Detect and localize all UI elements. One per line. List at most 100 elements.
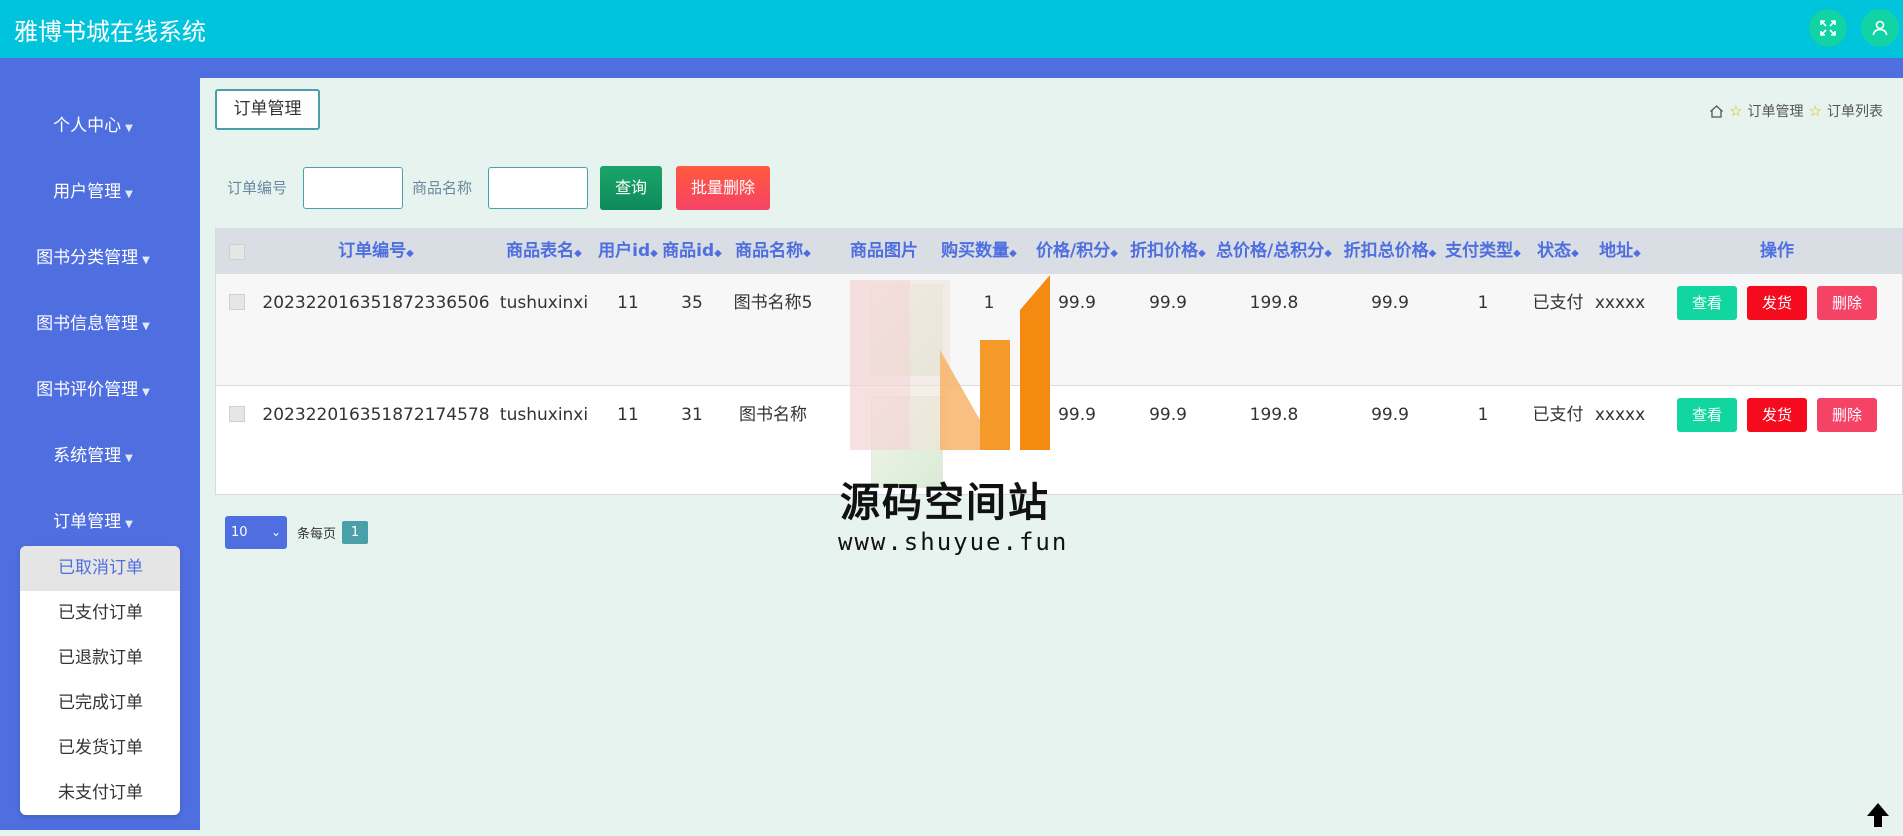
breadcrumb-item: 订单列表 [1827, 104, 1883, 120]
chevron-down-icon: ▼ [125, 519, 133, 530]
product-image [871, 284, 943, 376]
watermark-url: www.shuyue.fun [838, 528, 1069, 556]
scroll-top-button[interactable] [1858, 800, 1898, 830]
cell-order-no: 202322016351872174578 [262, 405, 490, 425]
top-header: 雅博书城在线系统 [0, 0, 1903, 58]
view-button[interactable]: 查看 [1677, 286, 1737, 320]
star-icon: ☆ [1808, 102, 1822, 120]
sort-icon: ◆ [1198, 248, 1206, 259]
sidebar-item-label: 图书信息管理 [36, 314, 139, 334]
cell-product-id: 35 [681, 293, 703, 313]
cell-table-name: tushuxinxi [499, 293, 589, 313]
sort-icon: ◆ [650, 248, 658, 259]
cell-total: 199.8 [1249, 405, 1299, 425]
watermark-text: 源码空间站 [840, 480, 1050, 526]
col-header-status[interactable]: 状态◆ [1537, 229, 1579, 274]
ship-button[interactable]: 发货 [1747, 398, 1807, 432]
table-row: 20232201635187233650​6 tushuxinxi 11 35 … [216, 274, 1902, 386]
cell-discount-total: 99.9 [1371, 293, 1409, 313]
row-checkbox[interactable] [229, 294, 245, 310]
product-name-input[interactable] [488, 167, 588, 209]
table-header: 订单编号◆ 商品表名◆ 用户id◆ 商品id◆ 商品名称◆ 商品图片 购买数量◆… [216, 229, 1902, 274]
page-size-select[interactable]: 10 ⌄ [225, 516, 287, 549]
user-button[interactable] [1861, 9, 1899, 47]
sidebar-item-orders[interactable]: 订单管理 ▼ [0, 502, 186, 542]
cell-price: 99.9 [1058, 293, 1096, 313]
page-title: 订单管理 [215, 89, 320, 130]
cell-product-name: 图书名称5 [733, 293, 813, 313]
cell-order-no: 20232201635187233650​6 [262, 293, 490, 313]
sort-icon: ◆ [1571, 248, 1579, 259]
submenu-item-completed[interactable]: 已完成订单 [20, 681, 180, 726]
col-header-qty[interactable]: 购买数量◆ [941, 229, 1017, 274]
chevron-down-icon: ▼ [125, 453, 133, 464]
sort-icon: ◆ [1009, 248, 1017, 259]
arrow-up-icon [1867, 803, 1889, 827]
sort-icon: ◆ [406, 248, 414, 259]
sort-icon: ◆ [574, 248, 582, 259]
query-button[interactable]: 查询 [600, 166, 662, 210]
batch-delete-button[interactable]: 批量删除 [676, 166, 770, 210]
fullscreen-button[interactable] [1809, 9, 1847, 47]
orders-table: 订单编号◆ 商品表名◆ 用户id◆ 商品id◆ 商品名称◆ 商品图片 购买数量◆… [215, 228, 1903, 495]
app-title: 雅博书城在线系统 [14, 17, 206, 46]
col-header-address[interactable]: 地址◆ [1599, 229, 1641, 274]
cell-discount-total: 99.9 [1371, 405, 1409, 425]
submenu-item-paid[interactable]: 已支付订单 [20, 591, 180, 636]
cell-user-id: 11 [617, 293, 639, 313]
select-all-checkbox[interactable] [229, 244, 245, 260]
user-icon [1872, 20, 1888, 36]
sidebar-item-label: 图书评价管理 [36, 380, 139, 400]
col-header-discount-total[interactable]: 折扣总价格◆ [1344, 229, 1437, 274]
col-header-product-name[interactable]: 商品名称◆ [735, 229, 811, 274]
col-header-product-id[interactable]: 商品id◆ [662, 229, 722, 274]
cell-price: 99.9 [1058, 405, 1096, 425]
home-icon[interactable] [1709, 104, 1724, 119]
ship-button[interactable]: 发货 [1747, 286, 1807, 320]
sidebar-item-book-category[interactable]: 图书分类管理 ▼ [0, 238, 186, 278]
chevron-down-icon: ⌄ [270, 525, 281, 539]
col-header-total[interactable]: 总价格/总积分◆ [1216, 229, 1332, 274]
sidebar-item-user-management[interactable]: 用户管理 ▼ [0, 172, 186, 212]
sidebar-item-system[interactable]: 系统管理 ▼ [0, 436, 186, 476]
sidebar-item-book-info[interactable]: 图书信息管理 ▼ [0, 304, 186, 344]
col-header-pay-type[interactable]: 支付类型◆ [1445, 229, 1521, 274]
header-subbar [0, 58, 1903, 78]
cell-address: xxxxx [1594, 405, 1646, 425]
col-header-order-no[interactable]: 订单编号◆ [338, 229, 414, 274]
view-button[interactable]: 查看 [1677, 398, 1737, 432]
sidebar-item-label: 用户管理 [53, 182, 122, 202]
chevron-down-icon: ▼ [125, 189, 133, 200]
page-size-value: 10 [231, 525, 248, 540]
cell-product-name: 图书名称 [739, 405, 807, 425]
sort-icon: ◆ [1428, 248, 1437, 259]
delete-button[interactable]: 删除 [1817, 398, 1877, 432]
sidebar-item-personal-center[interactable]: 个人中心 ▼ [0, 106, 186, 146]
row-checkbox[interactable] [229, 406, 245, 422]
col-header-discount-price[interactable]: 折扣价格◆ [1130, 229, 1206, 274]
order-no-input[interactable] [303, 167, 403, 209]
fullscreen-icon [1820, 20, 1836, 36]
chevron-down-icon: ▼ [142, 321, 150, 332]
submenu-item-refunded[interactable]: 已退款订单 [20, 636, 180, 681]
sidebar-item-book-review[interactable]: 图书评价管理 ▼ [0, 370, 186, 410]
submenu-item-cancelled[interactable]: 已取消订单 [20, 546, 180, 591]
orders-submenu: 已取消订单 已支付订单 已退款订单 已完成订单 已发货订单 未支付订单 [20, 546, 180, 815]
submenu-item-unpaid[interactable]: 未支付订单 [20, 771, 180, 816]
sidebar-item-label: 订单管理 [53, 512, 122, 532]
chevron-down-icon: ▼ [142, 387, 150, 398]
delete-button[interactable]: 删除 [1817, 286, 1877, 320]
col-header-price[interactable]: 价格/积分◆ [1036, 229, 1118, 274]
col-header-table-name[interactable]: 商品表名◆ [506, 229, 582, 274]
pagination: 10 ⌄ 条每页 1 [225, 516, 369, 549]
chevron-down-icon: ▼ [125, 123, 133, 134]
page-number-button[interactable]: 1 [342, 521, 369, 544]
cell-pay-type: 1 [1477, 293, 1489, 313]
chevron-down-icon: ▼ [142, 255, 150, 266]
cell-total: 199.8 [1249, 293, 1299, 313]
breadcrumb-item[interactable]: 订单管理 [1748, 101, 1804, 121]
col-header-user-id[interactable]: 用户id◆ [598, 229, 658, 274]
breadcrumb: ☆ 订单管理 ☆ 订单列表 [1709, 101, 1883, 121]
sort-icon: ◆ [1324, 248, 1332, 259]
submenu-item-shipped[interactable]: 已发货订单 [20, 726, 180, 771]
